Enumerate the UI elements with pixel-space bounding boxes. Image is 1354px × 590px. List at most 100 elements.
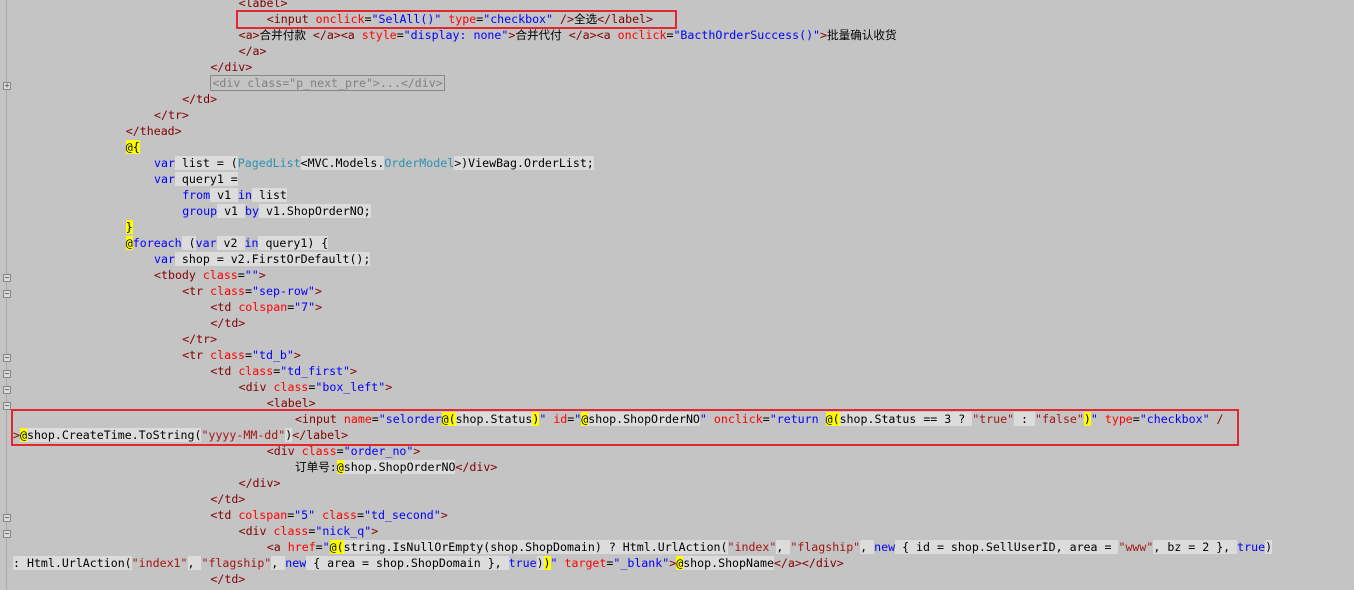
code-token: 合并代付 bbox=[515, 28, 569, 42]
code-token: , bz = 2 }, bbox=[1153, 540, 1238, 554]
code-token: "flagship" bbox=[201, 556, 272, 570]
code-token: </a> bbox=[238, 44, 267, 58]
code-token: class bbox=[238, 364, 274, 378]
code-token: ) bbox=[543, 556, 551, 570]
code-token: ) bbox=[536, 556, 544, 570]
code-token: = bbox=[237, 268, 245, 282]
code-token: >)ViewBag.OrderList; bbox=[454, 156, 594, 170]
code-token: </a><a bbox=[312, 28, 362, 42]
code-line[interactable]: <td class="td_first"> bbox=[210, 363, 357, 379]
code-token: > bbox=[440, 508, 448, 522]
highlight-box-selall bbox=[236, 10, 677, 29]
collapse-icon[interactable]: − bbox=[3, 386, 11, 394]
code-token: "" bbox=[244, 268, 259, 282]
code-token: true bbox=[508, 556, 537, 570]
code-token: <MVC.Models. bbox=[300, 156, 385, 170]
code-token: </div> bbox=[238, 476, 281, 490]
code-line[interactable]: </div> bbox=[239, 475, 281, 491]
code-token: , bbox=[776, 540, 791, 554]
code-token: > bbox=[820, 28, 828, 42]
collapse-icon[interactable]: − bbox=[3, 274, 11, 282]
code-line[interactable]: <tbody class=""> bbox=[154, 267, 266, 283]
code-token: <label> bbox=[266, 396, 316, 410]
code-line[interactable]: </td> bbox=[210, 315, 245, 331]
code-token: shop.ShopOrderNO bbox=[343, 460, 456, 474]
code-line[interactable]: <a>合并付款 </a><a style="display: none" > 合并代… bbox=[239, 27, 897, 43]
code-token: <div bbox=[238, 524, 274, 538]
code-token: 批量确认收货 bbox=[827, 28, 897, 42]
code-line[interactable]: @foreach (var v2 in query1) { bbox=[125, 235, 329, 251]
code-token: </td> bbox=[182, 92, 218, 106]
code-line[interactable]: from v1 in list bbox=[182, 187, 287, 203]
code-line[interactable]: <tr class="td_b"> bbox=[182, 347, 301, 363]
code-line[interactable]: : Html.UrlAction("index1", "flagship", n… bbox=[13, 555, 844, 571]
code-line[interactable]: <td colspan="7"> bbox=[210, 299, 322, 315]
code-token: " bbox=[550, 556, 565, 570]
code-line[interactable]: <td colspan="5" class="td_second"> bbox=[210, 507, 447, 523]
code-token: in bbox=[244, 236, 259, 250]
collapse-icon[interactable]: − bbox=[3, 290, 11, 298]
code-token: </a><a bbox=[568, 28, 618, 42]
code-token: "td_first" bbox=[280, 364, 351, 378]
code-line[interactable]: group v1 by v1.ShopOrderNO; bbox=[182, 203, 371, 219]
code-line[interactable]: var shop = v2.FirstOrDefault(); bbox=[154, 251, 371, 267]
code-line[interactable]: </td> bbox=[210, 491, 245, 507]
code-line[interactable]: } bbox=[125, 219, 133, 235]
code-token: > bbox=[258, 268, 266, 282]
code-token: <td bbox=[210, 364, 239, 378]
code-token: <div bbox=[238, 380, 274, 394]
code-token: <a> bbox=[238, 28, 260, 42]
collapse-icon[interactable]: − bbox=[3, 514, 11, 522]
code-line[interactable]: <div class="nick_q"> bbox=[239, 523, 379, 539]
editor-gutter: + − − − − − − − − bbox=[0, 0, 12, 590]
collapse-icon[interactable]: − bbox=[3, 402, 11, 410]
code-line[interactable]: <div class="box_left"> bbox=[239, 379, 393, 395]
collapse-icon[interactable]: − bbox=[3, 354, 11, 362]
code-token: class bbox=[322, 508, 357, 522]
code-token: "td_second" bbox=[363, 508, 441, 522]
code-token: query1) { bbox=[258, 236, 329, 250]
code-token: class bbox=[273, 524, 309, 538]
collapse-icon[interactable]: − bbox=[3, 530, 11, 538]
code-line[interactable]: </tr> bbox=[182, 331, 217, 347]
code-token: : Html.UrlAction( bbox=[13, 556, 132, 570]
code-token: </td> bbox=[210, 316, 246, 330]
code-line[interactable]: var list = (PagedList<MVC.Models.OrderMo… bbox=[154, 155, 594, 171]
code-token: = bbox=[245, 284, 252, 298]
code-token: </td> bbox=[210, 572, 246, 586]
expand-icon[interactable]: + bbox=[3, 82, 11, 90]
code-token: class bbox=[210, 284, 246, 298]
code-token: OrderModel bbox=[384, 156, 455, 170]
code-token: <td bbox=[210, 300, 239, 314]
code-line[interactable]: </div> bbox=[210, 59, 252, 75]
code-token: </div> bbox=[210, 60, 253, 74]
code-line[interactable]: </td> bbox=[210, 571, 245, 587]
code-token: <td bbox=[210, 508, 239, 522]
code-token: , bbox=[271, 556, 286, 570]
code-token: </div> bbox=[455, 460, 498, 474]
code-line[interactable]: <tr class="sep-row"> bbox=[182, 283, 322, 299]
code-line[interactable]: <div class="p_next_pre">...</div> bbox=[210, 75, 445, 91]
code-token: "order_no" bbox=[343, 444, 414, 458]
code-token: "BacthOrderSuccess()" bbox=[673, 28, 821, 42]
code-line[interactable]: </a> bbox=[239, 43, 267, 59]
code-token: > bbox=[315, 300, 323, 314]
code-token: style bbox=[361, 28, 397, 42]
code-token: 订单号: bbox=[295, 460, 337, 474]
code-line[interactable]: 订单号:@shop.ShopOrderNO</div> bbox=[295, 459, 497, 475]
code-token: var bbox=[154, 156, 175, 170]
code-line[interactable]: </td> bbox=[182, 91, 217, 107]
code-token: v1.ShopOrderNO; bbox=[258, 204, 371, 218]
code-token: </tr> bbox=[182, 332, 218, 346]
code-line[interactable]: var query1 = bbox=[154, 171, 238, 187]
collapse-icon[interactable]: − bbox=[3, 370, 11, 378]
code-token: "www" bbox=[1118, 540, 1154, 554]
code-line[interactable]: @{ bbox=[125, 139, 140, 155]
code-line[interactable]: </thead> bbox=[126, 123, 182, 139]
code-token: v2 bbox=[216, 236, 245, 250]
code-line[interactable]: <a href="@(string.IsNullOrEmpty(shop.Sho… bbox=[267, 539, 1273, 555]
code-token: var bbox=[154, 172, 175, 186]
code-token: shop.ShopName bbox=[683, 556, 774, 570]
code-line[interactable]: </tr> bbox=[154, 107, 189, 123]
code-token: = bbox=[336, 444, 344, 458]
